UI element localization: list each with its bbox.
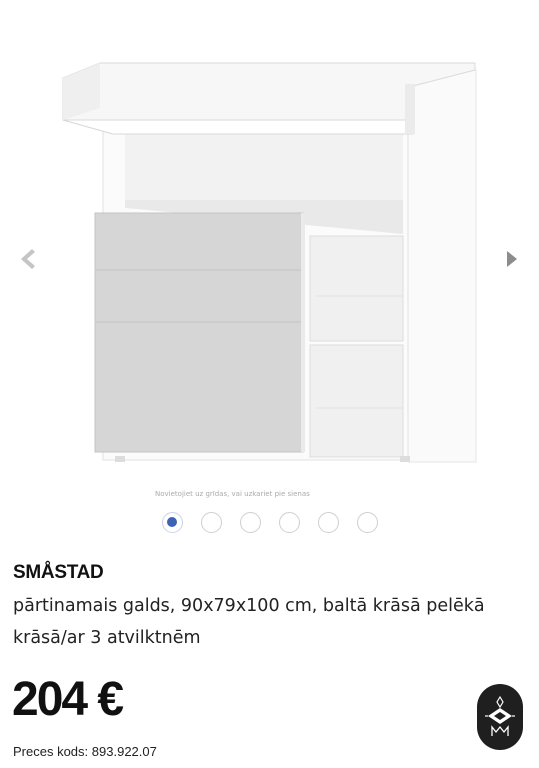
gallery-dot[interactable] <box>279 512 300 533</box>
gallery-dot[interactable] <box>318 512 339 533</box>
chevron-left-icon <box>21 249 35 269</box>
gallery-dot[interactable] <box>201 512 222 533</box>
ornament-icon <box>485 695 515 736</box>
chevron-right-icon <box>507 251 517 267</box>
product-description: pārtinamais galds, 90x79x100 cm, baltā k… <box>13 596 485 648</box>
gallery-dot[interactable] <box>240 512 261 533</box>
product-price: 204 € <box>12 673 124 726</box>
product-image[interactable] <box>55 48 480 473</box>
image-caption-cut: Novietojiet uz grīdas, vai uzkariet pie … <box>155 490 310 498</box>
gallery-dot[interactable] <box>162 512 183 533</box>
product-code-value: 893.922.07 <box>91 744 157 759</box>
product-code: Preces kods: 893.922.07 <box>13 744 157 759</box>
product-code-label: Preces kods: <box>13 744 89 759</box>
gallery-pagination <box>162 512 378 533</box>
product-gallery: Novietojiet uz grīdas, vai uzkariet pie … <box>0 0 539 545</box>
gallery-next-button[interactable] <box>497 244 527 274</box>
gallery-prev-button[interactable] <box>12 244 42 274</box>
gallery-dot[interactable] <box>357 512 378 533</box>
floating-action-button[interactable] <box>477 684 523 750</box>
product-name: SMÅSTAD <box>13 562 104 583</box>
